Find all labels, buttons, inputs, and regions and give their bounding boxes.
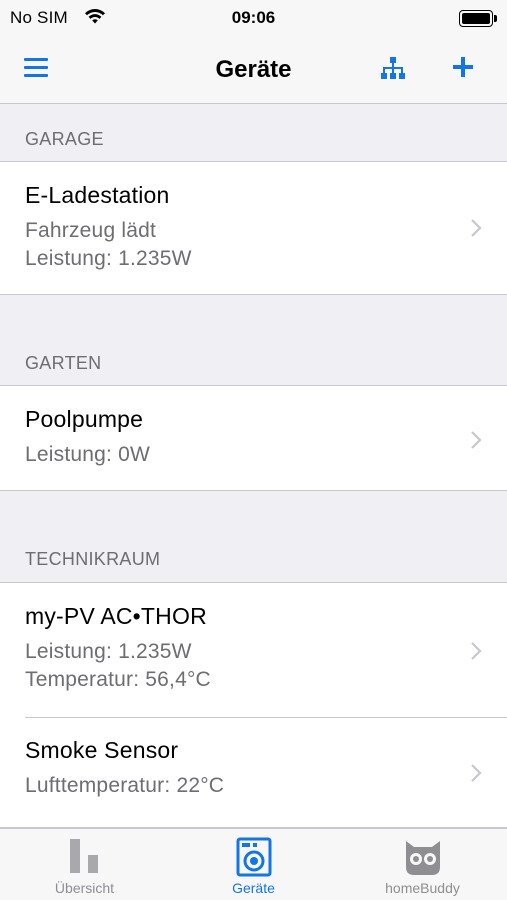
device-power: Leistung: 0W — [25, 443, 150, 466]
section-garage: E-Ladestation Fahrzeug lädt Leistung: 1.… — [0, 161, 507, 295]
tab-homebuddy[interactable]: homeBuddy — [338, 829, 507, 900]
status-bar: No SIM 09:06 — [0, 0, 507, 36]
tab-uebersicht[interactable]: Übersicht — [0, 829, 169, 900]
device-name: my-PV AC•THOR — [25, 603, 207, 629]
tab-geraete[interactable]: Geräte — [169, 829, 338, 900]
tab-label: Geräte — [232, 880, 275, 896]
battery-icon — [459, 10, 497, 27]
device-row-smoke-sensor[interactable]: Smoke Sensor Lufttemperatur: 22°C — [0, 717, 507, 827]
device-row-my-pv-acthor[interactable]: my-PV AC•THOR Leistung: 1.235W Temperatu… — [0, 583, 507, 717]
device-row-poolpumpe[interactable]: Poolpumpe Leistung: 0W — [0, 386, 507, 490]
device-name: Poolpumpe — [25, 406, 144, 432]
page-title: Geräte — [215, 56, 292, 83]
bar-chart-icon — [69, 839, 98, 873]
owl-icon — [405, 841, 440, 875]
navigation-bar: Geräte — [0, 36, 507, 104]
section-header-garage: GARAGE — [0, 104, 507, 161]
section-header-technikraum: TECHNIKRAUM — [0, 531, 507, 582]
device-status: Fahrzeug lädt — [25, 219, 157, 242]
tab-label: Übersicht — [54, 880, 115, 896]
hierarchy-button[interactable] — [380, 56, 406, 80]
section-technikraum: my-PV AC•THOR Leistung: 1.235W Temperatu… — [0, 582, 507, 828]
tab-bar: Übersicht Geräte homeBuddy — [0, 828, 507, 900]
device-name: E-Ladestation — [25, 182, 170, 208]
add-device-button[interactable] — [451, 55, 475, 79]
device-air-temperature: Lufttemperatur: 22°C — [25, 774, 225, 797]
device-power: Leistung: 1.235W — [25, 640, 192, 663]
chevron-right-icon — [471, 764, 482, 782]
device-power: Leistung: 1.235W — [25, 247, 192, 270]
washing-machine-icon — [236, 837, 271, 877]
section-garten: Poolpumpe Leistung: 0W — [0, 385, 507, 491]
tab-label: homeBuddy — [385, 880, 460, 896]
chevron-right-icon — [471, 219, 482, 237]
chevron-right-icon — [471, 431, 482, 449]
device-name: Smoke Sensor — [25, 737, 179, 763]
chevron-right-icon — [471, 642, 482, 660]
device-row-e-ladestation[interactable]: E-Ladestation Fahrzeug lädt Leistung: 1.… — [0, 162, 507, 294]
section-header-garten: GARTEN — [0, 335, 507, 385]
clock: 09:06 — [231, 8, 276, 27]
plus-icon — [453, 57, 473, 77]
device-list: GARAGE E-Ladestation Fahrzeug lädt Leist… — [0, 104, 507, 828]
sitemap-icon — [381, 57, 405, 79]
device-temperature: Temperatur: 56,4°C — [25, 668, 211, 691]
